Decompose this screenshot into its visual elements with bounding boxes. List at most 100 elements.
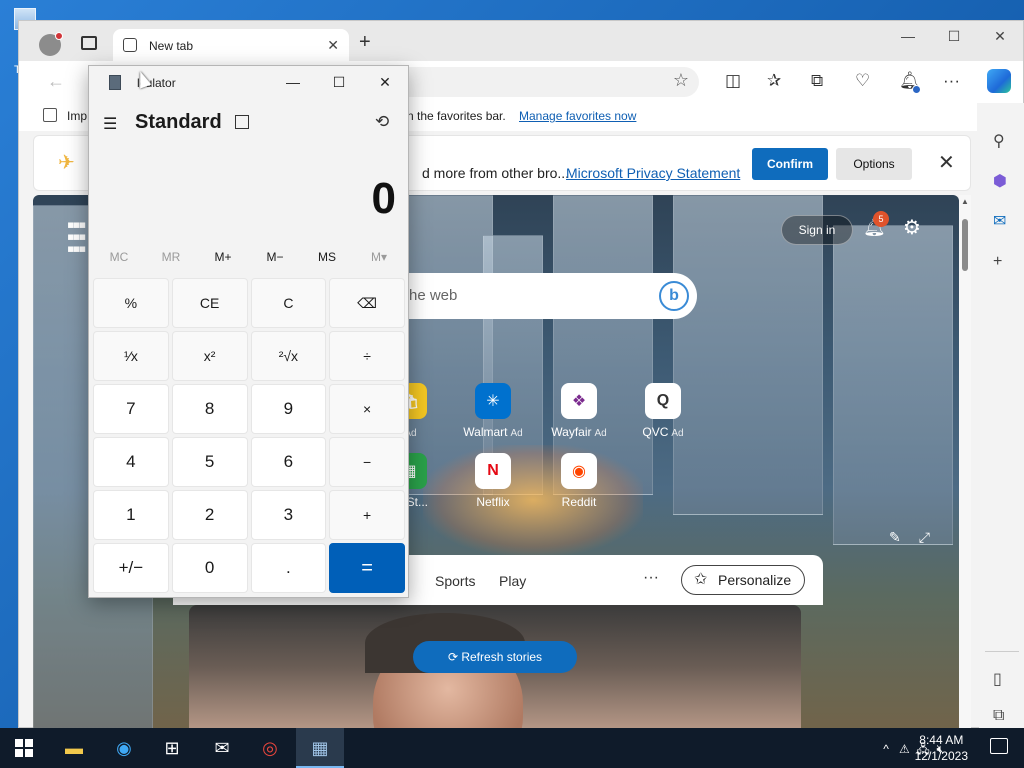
- options-button[interactable]: Options: [836, 148, 912, 180]
- tray-expand-icon[interactable]: ^: [883, 742, 889, 756]
- settings-gear-icon[interactable]: ⚙: [903, 215, 921, 240]
- split-screen-icon[interactable]: ◫: [725, 71, 741, 91]
- close-button[interactable]: ✕: [977, 21, 1023, 53]
- calc-key[interactable]: x²: [171, 331, 248, 381]
- calc-key[interactable]: 8: [171, 384, 248, 434]
- calc-key[interactable]: +/−: [93, 543, 169, 593]
- quick-link-label: Walmart: [463, 425, 508, 439]
- calc-key[interactable]: 0: [171, 543, 248, 593]
- favorites-icon[interactable]: ✰: [767, 71, 781, 91]
- calc-key[interactable]: ×: [329, 384, 405, 434]
- sidebar-panel-icon[interactable]: ▯: [993, 669, 1002, 689]
- calc-key[interactable]: 7: [93, 384, 169, 434]
- calc-key[interactable]: ÷: [329, 331, 405, 381]
- calc-key[interactable]: =: [329, 543, 405, 593]
- scroll-up-icon[interactable]: ▲: [961, 197, 969, 206]
- calc-key[interactable]: 2: [171, 490, 248, 540]
- quick-link-label: QVC: [642, 425, 669, 439]
- notice-close-icon[interactable]: ✕: [938, 150, 955, 175]
- tab-close-button[interactable]: ✕: [327, 37, 339, 54]
- hamburger-menu-icon[interactable]: ☰: [103, 114, 117, 134]
- maximize-button[interactable]: ☐: [931, 21, 977, 53]
- page-scrollbar[interactable]: ▲: [959, 195, 971, 729]
- memory-button[interactable]: MC: [93, 250, 145, 264]
- calc-minimize-button[interactable]: —: [270, 66, 316, 98]
- quick-link-netflix[interactable]: N Netflix: [453, 453, 533, 509]
- minimize-button[interactable]: —: [885, 21, 931, 53]
- memory-button[interactable]: M+: [197, 250, 249, 264]
- calc-key[interactable]: C: [250, 278, 327, 328]
- calc-key[interactable]: ¹⁄x: [93, 331, 169, 381]
- store-icon[interactable]: ⊞: [158, 734, 186, 762]
- tab-new-tab[interactable]: New tab ✕: [113, 29, 349, 61]
- calc-key[interactable]: 4: [93, 437, 169, 487]
- memory-button[interactable]: M−: [249, 250, 301, 264]
- scrollbar-thumb[interactable]: [962, 219, 968, 271]
- sidebar-divider: [985, 651, 1019, 652]
- calc-key[interactable]: 1: [93, 490, 169, 540]
- quick-link-walmart[interactable]: ✳ Walmart Ad: [453, 383, 533, 439]
- collections-icon[interactable]: ⧉: [811, 71, 823, 91]
- favorites-bar-message: n the favorites bar.: [407, 109, 506, 123]
- quick-link-wayfair[interactable]: ❖ Wayfair Ad: [539, 383, 619, 439]
- sign-in-button[interactable]: Sign in: [781, 215, 853, 245]
- import-favorites-link[interactable]: Imp: [67, 109, 87, 123]
- edit-background-icon[interactable]: ✎: [889, 529, 901, 545]
- calc-key[interactable]: 3: [250, 490, 327, 540]
- copilot-icon[interactable]: [987, 69, 1011, 93]
- edge-icon[interactable]: ◉: [110, 734, 138, 762]
- app-launcher-icon[interactable]: ▪▪▪ ▪▪▪ ▪▪▪: [67, 214, 86, 260]
- feed-tab-sports[interactable]: Sports: [435, 573, 475, 589]
- calc-key[interactable]: 6: [250, 437, 327, 487]
- sidebar-add-icon[interactable]: +: [993, 253, 1002, 271]
- calc-key[interactable]: 9: [250, 384, 327, 434]
- favorite-star-icon[interactable]: ☆: [673, 70, 689, 91]
- calc-key[interactable]: +: [329, 490, 405, 540]
- calc-close-button[interactable]: ✕: [362, 66, 408, 98]
- start-button[interactable]: [10, 734, 38, 762]
- calc-key[interactable]: CE: [171, 278, 248, 328]
- more-menu-icon[interactable]: ···: [943, 71, 960, 91]
- memory-button[interactable]: MS: [301, 250, 353, 264]
- calc-key[interactable]: ⌫: [329, 278, 405, 328]
- calculator-icon[interactable]: ▦: [306, 734, 334, 762]
- quick-link-qvc[interactable]: Q QVC Ad: [623, 383, 703, 439]
- clock[interactable]: 8:44 AM 12/1/2023: [915, 732, 968, 764]
- calc-maximize-button[interactable]: ☐: [316, 66, 362, 98]
- calc-key[interactable]: .: [250, 543, 327, 593]
- personalize-button[interactable]: ✩ Personalize: [681, 565, 805, 595]
- keep-on-top-icon[interactable]: [235, 115, 249, 129]
- feed-more-icon[interactable]: ···: [643, 569, 659, 587]
- chrome-icon[interactable]: ◎: [256, 734, 284, 762]
- file-explorer-icon[interactable]: ▬: [60, 734, 88, 762]
- expand-icon[interactable]: ⤢: [919, 529, 930, 545]
- tab-actions-icon[interactable]: [81, 36, 97, 50]
- memory-button[interactable]: MR: [145, 250, 197, 264]
- action-center-icon[interactable]: [990, 738, 1008, 754]
- manage-favorites-link[interactable]: Manage favorites now: [519, 109, 636, 123]
- sidebar-open-external-icon[interactable]: ⧉: [993, 707, 1004, 725]
- address-bar[interactable]: ☆: [379, 67, 699, 97]
- profile-avatar[interactable]: [39, 32, 63, 56]
- feed-tab-play[interactable]: Play: [499, 573, 526, 589]
- refresh-stories-button[interactable]: ⟳ Refresh stories: [413, 641, 577, 673]
- calculator-mode-title: Standard: [135, 111, 222, 133]
- back-button[interactable]: ←: [47, 71, 65, 92]
- history-icon[interactable]: ⟲: [375, 112, 389, 132]
- confirm-button[interactable]: Confirm: [752, 148, 828, 180]
- sidebar-copilot-icon[interactable]: ⬢: [993, 171, 1007, 191]
- calc-key[interactable]: %: [93, 278, 169, 328]
- calc-key[interactable]: −: [329, 437, 405, 487]
- memory-button[interactable]: M▾: [353, 250, 405, 264]
- new-tab-button[interactable]: +: [359, 31, 371, 54]
- privacy-statement-link[interactable]: Microsoft Privacy Statement: [566, 165, 740, 181]
- bing-chat-icon[interactable]: b: [659, 281, 689, 311]
- sidebar-search-icon[interactable]: ⚲: [993, 131, 1005, 151]
- quick-link-reddit[interactable]: ◉ Reddit: [539, 453, 619, 509]
- mail-icon[interactable]: ✉: [208, 734, 236, 762]
- browser-essentials-icon[interactable]: ♡: [855, 71, 870, 91]
- calc-key[interactable]: ²√x: [250, 331, 327, 381]
- tray-security-icon[interactable]: ⚠: [899, 742, 910, 756]
- sidebar-outlook-icon[interactable]: ✉: [993, 211, 1006, 231]
- calc-key[interactable]: 5: [171, 437, 248, 487]
